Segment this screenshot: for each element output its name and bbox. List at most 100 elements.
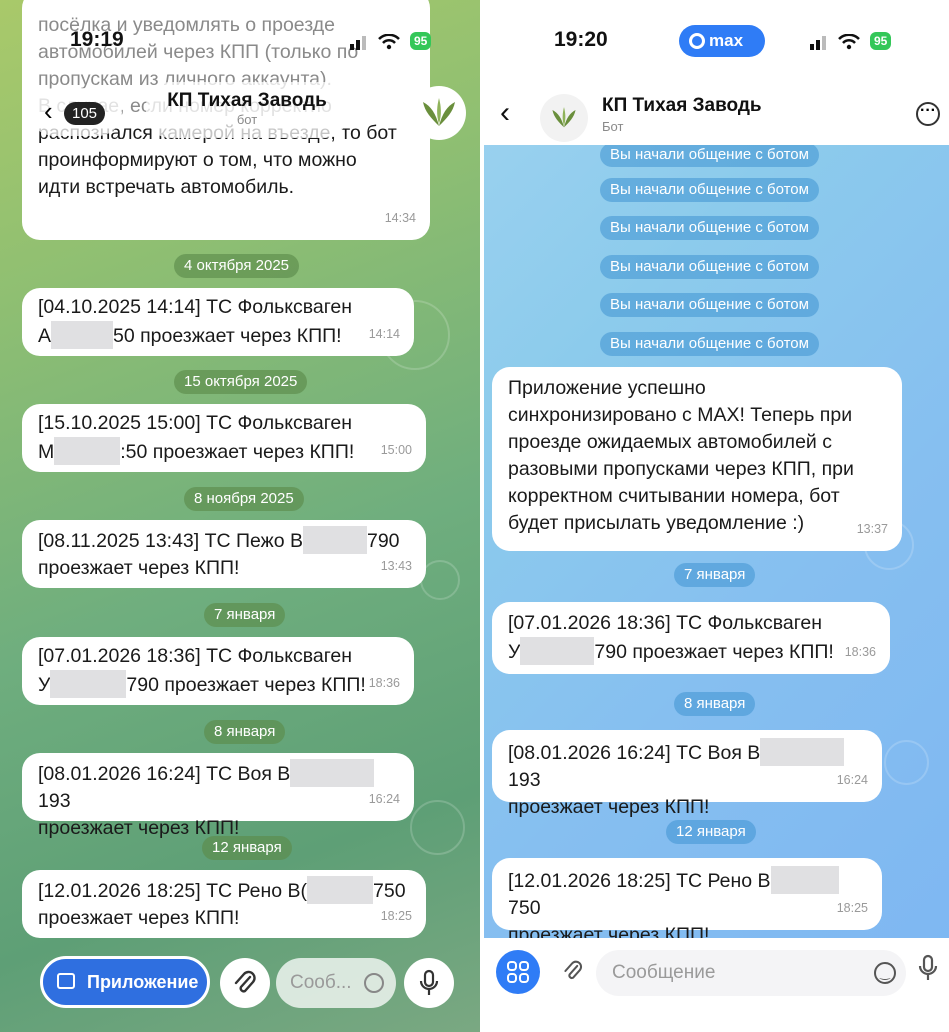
message-text: [07.01.2026 18:36] ТС Фольксваген — [38, 645, 353, 667]
service-message: Вы начали общение с ботом — [600, 293, 819, 317]
redacted-plate — [520, 637, 595, 665]
message-text: [08.11.2025 13:43] ТС Пежо В 790 — [38, 526, 410, 555]
redacted-plate — [307, 876, 374, 904]
paperclip-icon — [234, 970, 256, 993]
message-bubble: [08.11.2025 13:43] ТС Пежо В 790 проезжае… — [22, 520, 426, 588]
message-bubble: [12.01.2026 18:25] ТС Рено В750 проезжае… — [492, 858, 882, 946]
apps-button[interactable] — [496, 950, 540, 994]
message-text: корректном считывании номера, бот — [508, 485, 840, 507]
message-text: синхронизировано с MAX! Теперь при — [508, 404, 853, 426]
message-text: А 50 проезжает через КПП! — [38, 321, 398, 350]
chat-title-capsule[interactable]: КП Тихая Заводь бот — [146, 82, 348, 138]
microphone-icon — [419, 969, 439, 995]
message-placeholder: Сооб... — [290, 972, 352, 993]
bot-avatar[interactable] — [412, 86, 466, 140]
max-logo-icon — [689, 33, 705, 49]
chat-subtitle: Бот — [602, 119, 624, 134]
bot-avatar[interactable] — [540, 94, 588, 142]
message-text: У 790 проезжает через КПП! — [508, 637, 874, 666]
max-chat-pane: Вы начали общение с ботом Вы начали обще… — [484, 0, 949, 1032]
service-message: Вы начали общение с ботом — [600, 332, 819, 356]
message-text: [15.10.2025 15:00] ТС Фольксваген — [38, 412, 353, 434]
service-message: Вы начали общение с ботом — [600, 216, 819, 240]
chat-subtitle: бот — [236, 112, 258, 127]
message-text: проезжает через КПП! — [38, 817, 240, 839]
battery-icon: 95 — [410, 32, 432, 50]
message-text: проезжает через КПП! — [38, 907, 240, 929]
message-text: проезжает через КПП! — [508, 796, 710, 818]
message-text: [12.01.2026 18:25] ТС Рено В750 — [508, 866, 866, 922]
leaf-logo-icon — [552, 107, 576, 128]
service-message: Вы начали общение с ботом — [600, 255, 819, 279]
redacted-plate — [51, 321, 114, 349]
background-doodle — [410, 800, 465, 855]
app-button-label: Приложение — [87, 972, 199, 992]
signal-icon — [350, 32, 372, 56]
redacted-plate — [302, 526, 367, 554]
date-separator: 7 января — [204, 603, 286, 627]
message-time: 16:24 — [368, 792, 400, 806]
background-doodle — [420, 560, 460, 600]
message-text: Приложение успешно — [508, 377, 706, 399]
leaf-logo-icon — [423, 98, 455, 126]
message-text: [07.01.2026 18:36] ТС Фольксваген — [508, 612, 823, 634]
message-text: [08.01.2026 16:24] ТС Воя В193 — [38, 759, 398, 815]
message-text: разовыми пропусками через КПП, при — [508, 458, 854, 480]
microphone-icon — [918, 954, 938, 980]
emoji-icon[interactable]: ‿ — [874, 962, 896, 984]
date-separator: 8 января — [204, 720, 286, 744]
message-bubble: [08.01.2026 16:24] ТС Воя В193 проезжает… — [22, 753, 414, 839]
date-separator: 4 октября 2025 — [174, 254, 299, 278]
message-time: 13:37 — [856, 522, 888, 536]
redacted-plate — [54, 437, 121, 465]
chevron-left-icon: ‹ — [44, 96, 53, 126]
input-bar: Сообщение ‿ — [484, 938, 949, 1032]
date-separator: 8 января — [674, 692, 756, 716]
message-text: идти встречать автомобиль. — [38, 176, 295, 198]
message-time: 13:43 — [380, 559, 412, 573]
chat-title[interactable]: КП Тихая Заводь — [602, 95, 762, 117]
app-button[interactable]: Приложение — [40, 956, 210, 1008]
chat-title: КП Тихая Заводь — [167, 90, 327, 111]
max-app-badge: max — [679, 25, 765, 57]
chevron-left-icon: ‹ — [500, 96, 510, 129]
status-bar: 19:19 95 — [70, 28, 450, 58]
battery-icon: 95 — [870, 32, 892, 50]
message-bubble: [07.01.2026 18:36] ТС Фольксваген У 790 п… — [492, 602, 890, 674]
redacted-plate — [770, 866, 839, 894]
service-message: Вы начали общение с ботом — [600, 178, 819, 202]
message-time: 18:36 — [368, 676, 400, 690]
voice-button[interactable] — [404, 958, 454, 1008]
message-input[interactable]: Сооб... — [276, 958, 396, 1008]
message-time: 14:34 — [384, 211, 416, 225]
message-text: будет присылать уведомление :) — [508, 512, 805, 534]
back-button[interactable]: ‹ — [500, 96, 510, 130]
status-time: 19:20 — [554, 28, 608, 51]
status-time: 19:19 — [70, 28, 124, 51]
message-time: 14:14 — [368, 327, 400, 341]
max-badge-label: max — [709, 31, 744, 50]
message-text: [12.01.2026 18:25] ТС Рено В(750 — [38, 876, 410, 905]
voice-button[interactable] — [918, 954, 938, 987]
sticker-icon[interactable] — [364, 973, 384, 993]
more-options-icon[interactable]: ··· — [916, 102, 940, 126]
date-separator: 8 ноября 2025 — [184, 487, 304, 511]
message-input[interactable]: Сообщение ‿ — [596, 950, 906, 996]
attach-button[interactable] — [562, 958, 584, 989]
background-doodle — [884, 740, 929, 785]
message-text: М:50 проезжает через КПП! — [38, 437, 410, 466]
message-placeholder: Сообщение — [612, 962, 716, 983]
sync-message-bubble: Приложение успешно синхронизировано с MA… — [492, 367, 902, 551]
message-time: 18:25 — [836, 901, 868, 915]
attach-button[interactable] — [220, 958, 270, 1008]
apps-grid-icon — [507, 961, 529, 983]
paperclip-icon — [564, 960, 583, 980]
back-button[interactable]: ‹ 105 — [30, 88, 122, 136]
date-separator: 12 января — [666, 820, 756, 844]
message-text: проезде ожидаемых автомобилей с — [508, 431, 832, 453]
message-time: 15:00 — [380, 443, 412, 457]
message-time: 16:24 — [836, 773, 868, 787]
date-separator: 7 января — [674, 563, 756, 587]
unread-count-badge: 105 — [64, 102, 106, 125]
message-text: [08.01.2026 16:24] ТС Воя В193 — [508, 738, 866, 794]
